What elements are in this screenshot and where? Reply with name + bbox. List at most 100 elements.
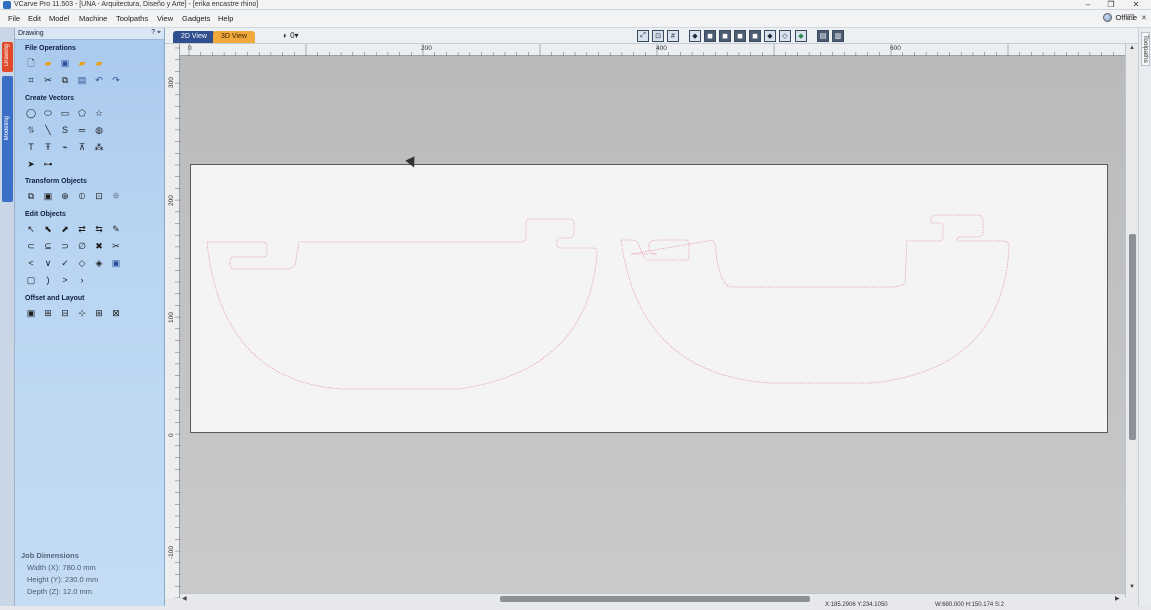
mdi-close-button[interactable]: ✕: [1141, 14, 1147, 22]
toolpath-preview-icon[interactable]: ▤: [817, 30, 829, 42]
view-iso-icon[interactable]: ◼: [704, 30, 716, 42]
drawing-canvas[interactable]: [180, 56, 1125, 593]
restore-button[interactable]: ❐: [1098, 0, 1124, 10]
menu-file[interactable]: File: [8, 14, 20, 23]
fit-selection-icon[interactable]: ▣: [110, 257, 122, 269]
close-button[interactable]: ✕: [1123, 0, 1149, 10]
left-encastre-vector[interactable]: [206, 218, 598, 390]
menu-gadgets[interactable]: Gadgets: [182, 14, 210, 23]
view-right-icon[interactable]: ◼: [749, 30, 761, 42]
undo-icon[interactable]: ↶: [93, 74, 105, 86]
curve-icon[interactable]: ╲: [42, 124, 54, 136]
array-icon[interactable]: ◈: [93, 257, 105, 269]
node-edit-icon[interactable]: ⬉: [42, 223, 54, 235]
join-icon[interactable]: ∅: [76, 240, 88, 252]
vertical-scroll-thumb[interactable]: [1129, 234, 1136, 440]
copy-icon[interactable]: ⧉: [59, 74, 71, 86]
polyline-icon[interactable]: ⥮: [25, 124, 37, 136]
copy-along-icon[interactable]: ⊟: [59, 307, 71, 319]
text-icon[interactable]: T: [25, 141, 37, 153]
save-icon[interactable]: ▣: [59, 57, 71, 69]
select-icon[interactable]: ↖: [25, 223, 37, 235]
close-vector-icon[interactable]: ∨: [42, 257, 54, 269]
ellipse-icon[interactable]: ⬭: [42, 107, 54, 119]
scroll-up-icon[interactable]: ▲: [1129, 45, 1135, 51]
dogbone-icon[interactable]: ◇: [76, 257, 88, 269]
polygon-icon[interactable]: ⬠: [76, 107, 88, 119]
circular-copy-icon[interactable]: ⊠: [110, 307, 122, 319]
text-on-curve-icon[interactable]: Ŧ: [42, 141, 54, 153]
texture-icon[interactable]: ◍: [93, 124, 105, 136]
layers-icon[interactable]: ▥: [832, 30, 844, 42]
trim-icon[interactable]: ✖: [93, 240, 105, 252]
right-encastre-vector[interactable]: [620, 214, 1010, 384]
view-top-icon[interactable]: ◼: [719, 30, 731, 42]
block-copy-icon[interactable]: ⊞: [93, 307, 105, 319]
scroll-right-icon[interactable]: ▶: [1115, 595, 1120, 602]
subtract-icon[interactable]: ⊆: [42, 240, 54, 252]
import-icon[interactable]: ▰: [76, 57, 88, 69]
redo-icon[interactable]: ↷: [110, 74, 122, 86]
chevron-icon[interactable]: >: [59, 274, 71, 286]
vertical-scrollbar[interactable]: ▲ ▼: [1125, 44, 1138, 598]
step-repeat-icon[interactable]: ⊹: [76, 307, 88, 319]
weld-icon[interactable]: ⊂: [25, 240, 37, 252]
create-shape-icon[interactable]: ⊶: [42, 158, 54, 170]
interactive-icon[interactable]: ⇄: [76, 223, 88, 235]
curve-fit-icon[interactable]: ✓: [59, 257, 71, 269]
view-left-icon[interactable]: ◆: [764, 30, 776, 42]
autolayout-text-icon[interactable]: ⌁: [59, 141, 71, 153]
offset-icon[interactable]: ▣: [25, 307, 37, 319]
paste-icon[interactable]: ▤: [76, 74, 88, 86]
intersect-icon[interactable]: ⊃: [59, 240, 71, 252]
rectangle-icon[interactable]: ▭: [59, 107, 71, 119]
material-sheet[interactable]: [190, 164, 1108, 433]
side-tab-drawing[interactable]: Drawing: [2, 42, 13, 72]
tab-2d-view[interactable]: 2D View: [173, 31, 215, 43]
smart-snap-icon[interactable]: ⇆: [93, 223, 105, 235]
arc-text-icon[interactable]: ⁂: [93, 141, 105, 153]
lines-icon[interactable]: ═: [76, 124, 88, 136]
trace-bitmap-icon[interactable]: ➤: [25, 158, 37, 170]
mdi-restore-button[interactable]: ❐: [1128, 14, 1134, 22]
spiral-icon[interactable]: S: [59, 124, 71, 136]
panel-controls[interactable]: ? ⌖: [151, 29, 161, 37]
rounded-rect-icon[interactable]: ▢: [25, 274, 37, 286]
cut-icon[interactable]: ✂: [42, 74, 54, 86]
horizontal-scroll-thumb[interactable]: [500, 596, 810, 602]
angle-icon[interactable]: ›: [76, 274, 88, 286]
scale-icon[interactable]: ⊡: [93, 190, 105, 202]
extend-icon[interactable]: <: [25, 257, 37, 269]
view-front-icon[interactable]: ◼: [734, 30, 746, 42]
distort-icon[interactable]: ⯐: [110, 190, 122, 202]
menu-model[interactable]: Model: [49, 14, 69, 23]
view-bottom-icon[interactable]: ◇: [779, 30, 791, 42]
side-tab-modeling[interactable]: Modeling: [2, 76, 13, 202]
new-file-icon[interactable]: 🗋: [25, 57, 37, 69]
move-icon[interactable]: ⧉: [25, 190, 37, 202]
export-icon[interactable]: ▰: [93, 57, 105, 69]
menu-help[interactable]: Help: [218, 14, 233, 23]
zoom-all-icon[interactable]: ⤢: [637, 30, 649, 42]
scroll-down-icon[interactable]: ▼: [1129, 584, 1135, 590]
measure-icon[interactable]: ✎: [110, 223, 122, 235]
tab-toolpaths[interactable]: Toolpaths: [1141, 32, 1150, 66]
menu-edit[interactable]: Edit: [28, 14, 41, 23]
transform-icon[interactable]: ⬈: [59, 223, 71, 235]
open-file-icon[interactable]: ▰: [42, 57, 54, 69]
fillet-icon[interactable]: ✂: [110, 240, 122, 252]
menu-toolpaths[interactable]: Toolpaths: [116, 14, 148, 23]
menu-view[interactable]: View: [157, 14, 173, 23]
job-setup-icon[interactable]: ⌗: [25, 74, 37, 86]
zoom-box-icon[interactable]: ⊡: [652, 30, 664, 42]
tab-3d-view[interactable]: 3D View: [213, 31, 255, 43]
star-icon[interactable]: ☆: [93, 107, 105, 119]
group-icon[interactable]: ⊕: [59, 190, 71, 202]
dimension-icon[interactable]: ⊼: [76, 141, 88, 153]
menu-machine[interactable]: Machine: [79, 14, 107, 23]
material-icon[interactable]: ◆: [795, 30, 807, 42]
layer-selector[interactable]: ◐ 0▾: [283, 31, 299, 40]
nest-icon[interactable]: ⊞: [42, 307, 54, 319]
snap-icon[interactable]: ◆: [689, 30, 701, 42]
scroll-left-icon[interactable]: ◀: [182, 595, 187, 602]
